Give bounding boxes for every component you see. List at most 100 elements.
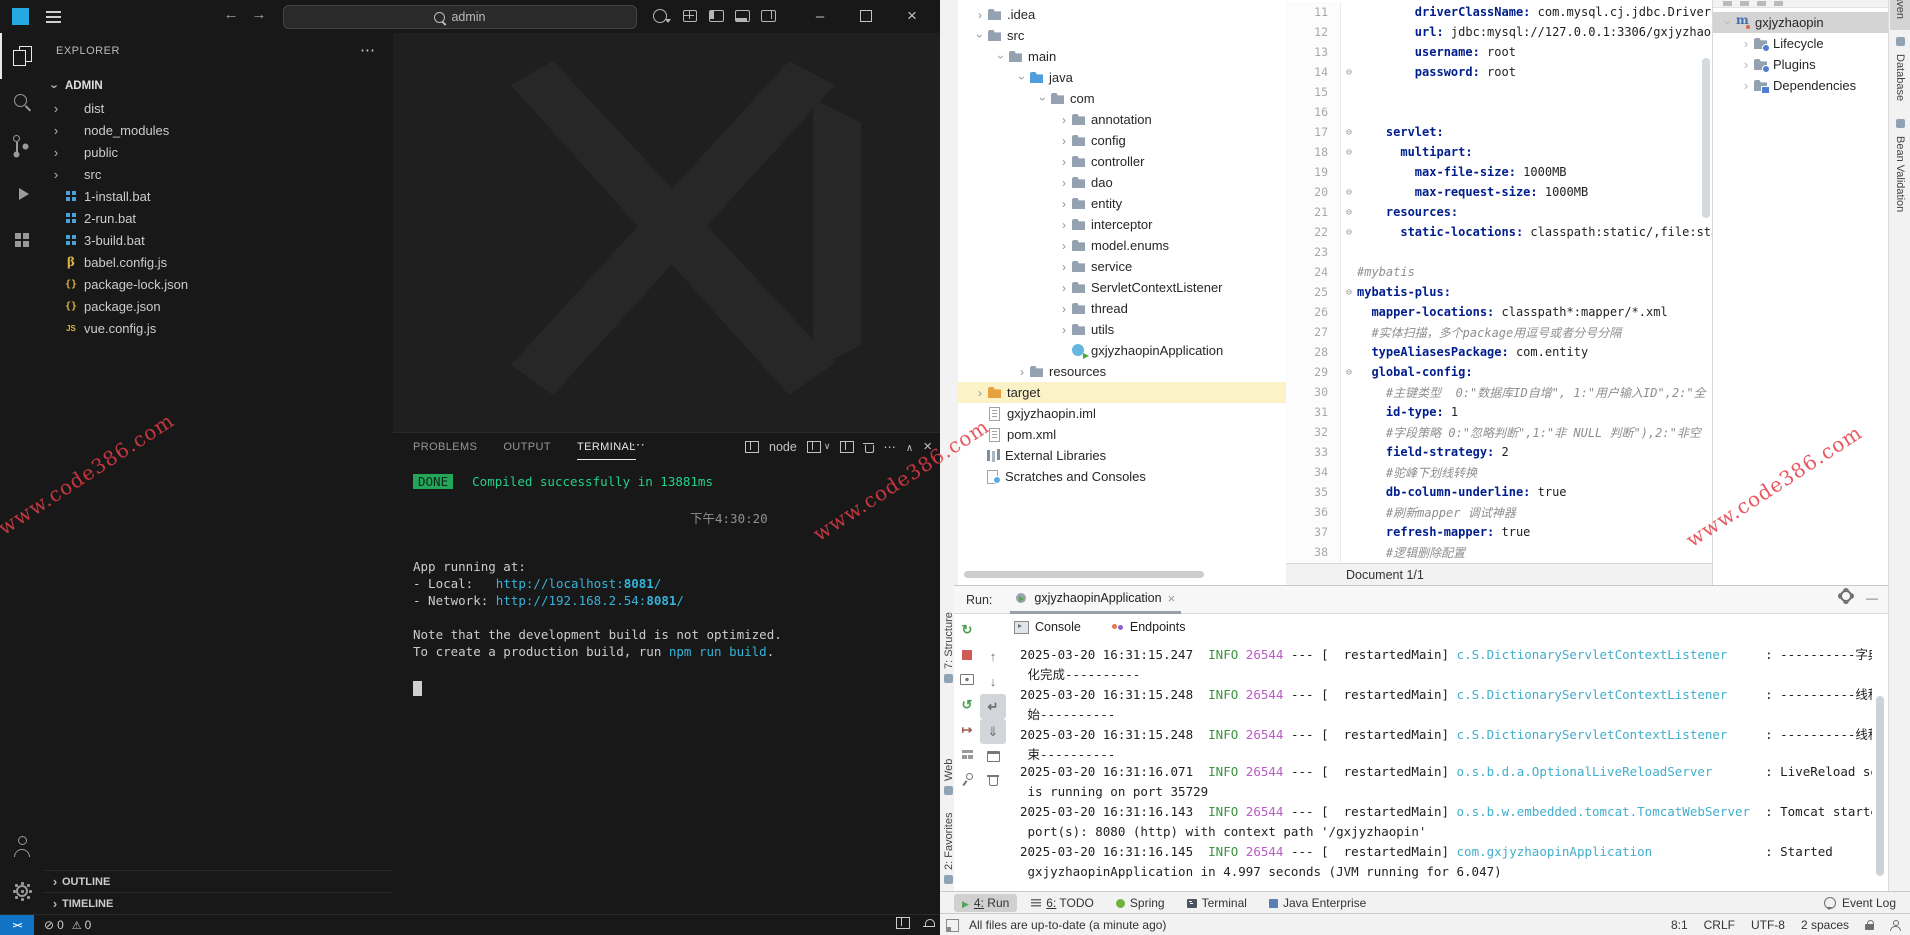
kill-terminal-icon[interactable] — [864, 442, 873, 452]
project-tree-row[interactable]: ServletContextListener — [958, 277, 1286, 298]
fold-icon[interactable] — [1341, 287, 1357, 298]
fold-icon[interactable] — [1341, 187, 1357, 198]
split-terminal-icon[interactable] — [840, 441, 854, 453]
explorer-root-folder[interactable]: ADMIN — [44, 75, 393, 97]
explorer-item[interactable]: babel.config.js — [44, 251, 393, 273]
event-log-button[interactable]: Event Log — [1824, 896, 1896, 910]
project-tree-row[interactable]: entity — [958, 193, 1286, 214]
project-tree-row[interactable]: pom.xml — [958, 424, 1286, 445]
tool-button-database[interactable]: Database — [1890, 33, 1910, 105]
window-maximize-button[interactable] — [854, 5, 878, 27]
problems-status[interactable]: 0 0 — [44, 918, 91, 932]
run-view-tab[interactable]: Console — [1010, 617, 1085, 637]
project-tree-row[interactable]: Scratches and Consoles — [958, 466, 1286, 487]
console-toolbar-button[interactable] — [980, 744, 1006, 769]
activity-bar-icon[interactable] — [0, 171, 44, 217]
project-tree-row[interactable]: dao — [958, 172, 1286, 193]
console-scrollbar[interactable] — [1876, 696, 1884, 876]
fold-icon[interactable] — [1341, 67, 1357, 78]
panel-tab[interactable]: OUTPUT — [503, 441, 551, 460]
tool-window-button[interactable]: Spring — [1108, 894, 1173, 912]
indent-setting[interactable]: 2 spaces — [1801, 918, 1849, 932]
terminal-output[interactable]: DONE Compiled successfully in 13881ms下午4… — [413, 474, 930, 911]
activity-bar-icon[interactable] — [0, 125, 44, 171]
panel-more-tabs-icon[interactable]: ⋯ — [631, 436, 645, 453]
file-encoding[interactable]: UTF-8 — [1751, 918, 1785, 932]
split-terminal-dropdown[interactable]: ∨ — [807, 441, 831, 453]
project-tree-row[interactable]: src — [958, 25, 1286, 46]
close-tab-icon[interactable]: × — [1168, 591, 1176, 606]
window-close-button[interactable] — [900, 5, 924, 27]
explorer-item[interactable]: src — [44, 163, 393, 185]
sidebar-section-header[interactable]: OUTLINE — [44, 870, 393, 892]
terminal-more-actions-icon[interactable] — [883, 439, 896, 454]
activity-bar-icon[interactable] — [0, 217, 44, 263]
line-ending[interactable]: CRLF — [1704, 918, 1735, 932]
run-view-tab[interactable]: Endpoints — [1107, 617, 1190, 637]
maven-tree-row[interactable]: Dependencies — [1713, 75, 1889, 96]
explorer-item[interactable]: package-lock.json — [44, 273, 393, 295]
panel-tab[interactable]: TERMINAL — [577, 441, 636, 460]
editor-scrollbar[interactable] — [1702, 58, 1710, 218]
project-tree-row[interactable]: annotation — [958, 109, 1286, 130]
maven-tree-row[interactable]: Lifecycle — [1713, 33, 1889, 54]
close-panel-icon[interactable] — [923, 438, 932, 455]
back-arrow-icon[interactable]: ← — [220, 6, 242, 23]
run-toolbar-button[interactable] — [954, 617, 980, 642]
fold-icon[interactable] — [1341, 207, 1357, 218]
tool-window-button[interactable]: Java Enterprise — [1261, 894, 1374, 912]
hide-tool-window-icon[interactable] — [1866, 590, 1878, 605]
explorer-item[interactable]: package.json — [44, 295, 393, 317]
run-configuration-tab[interactable]: gxjyzhaopinApplication × — [1010, 585, 1181, 614]
run-toolbar-button[interactable] — [954, 642, 980, 667]
explorer-item[interactable]: 1-install.bat — [44, 185, 393, 207]
explorer-item[interactable]: public — [44, 141, 393, 163]
sidebar-section-header[interactable]: TIMELINE — [44, 892, 393, 914]
run-toolbar-button[interactable] — [954, 692, 980, 717]
run-toolbar-button[interactable] — [954, 742, 980, 767]
run-toolbar-button[interactable] — [954, 767, 980, 792]
console-toolbar-button[interactable] — [980, 769, 1006, 794]
menu-hamburger-icon[interactable] — [46, 9, 62, 23]
user-icon[interactable] — [1890, 920, 1900, 930]
lock-icon[interactable] — [1865, 920, 1874, 930]
activity-bar-bottom-icon[interactable] — [0, 822, 44, 868]
customize-layout-icon[interactable] — [678, 5, 702, 27]
console-toolbar-button[interactable] — [980, 719, 1006, 744]
run-settings-gear-icon[interactable] — [1840, 590, 1852, 605]
fold-icon[interactable] — [1341, 147, 1357, 158]
yaml-editor[interactable]: 11 driverClassName: com.mysql.cj.jdbc.Dr… — [1286, 0, 1712, 563]
run-console-output[interactable]: 2025-03-20 16:31:15.247 INFO 26544 --- [… — [1006, 644, 1872, 884]
console-toolbar-button[interactable] — [980, 644, 1006, 669]
project-tree-row[interactable]: target — [958, 382, 1286, 403]
explorer-more-actions-icon[interactable] — [360, 41, 375, 59]
project-tree-row[interactable]: service — [958, 256, 1286, 277]
run-toolbar-button[interactable] — [954, 717, 980, 742]
project-tree-row[interactable]: External Libraries — [958, 445, 1286, 466]
window-minimize-button[interactable] — [808, 5, 832, 27]
panel-tab[interactable]: PROBLEMS — [413, 441, 477, 460]
explorer-item[interactable]: 3-build.bat — [44, 229, 393, 251]
explorer-item[interactable]: node_modules — [44, 119, 393, 141]
activity-bar-icon[interactable] — [0, 33, 44, 79]
project-tree-row[interactable]: main — [958, 46, 1286, 67]
tool-button-bean-validation[interactable]: Bean Validation — [1890, 115, 1910, 227]
command-center-search[interactable]: admin — [283, 5, 637, 29]
project-tree-row[interactable]: model.enums — [958, 235, 1286, 256]
tool-button-maven[interactable]: Maven — [1890, 0, 1910, 30]
tool-window-button[interactable]: 6: TODO — [1023, 894, 1102, 912]
maven-tree-row[interactable]: gxjyzhaopin — [1713, 12, 1889, 33]
project-tree-row[interactable]: config — [958, 130, 1286, 151]
editor-layout-icon[interactable] — [896, 917, 910, 929]
console-toolbar-button[interactable] — [980, 669, 1006, 694]
toggle-panel-icon[interactable] — [730, 5, 754, 27]
terminal-shell-label[interactable]: node — [769, 440, 797, 454]
forward-arrow-icon[interactable]: → — [248, 6, 270, 23]
console-toolbar-button[interactable] — [980, 694, 1006, 719]
tree-horizontal-scrollbar[interactable] — [964, 571, 1204, 578]
fold-icon[interactable] — [1341, 367, 1357, 378]
project-tree-row[interactable]: gxjyzhaopinApplication — [958, 340, 1286, 361]
project-tree-row[interactable]: controller — [958, 151, 1286, 172]
activity-bar-bottom-icon[interactable] — [0, 868, 44, 914]
remote-indicator[interactable]: >< — [0, 915, 34, 935]
